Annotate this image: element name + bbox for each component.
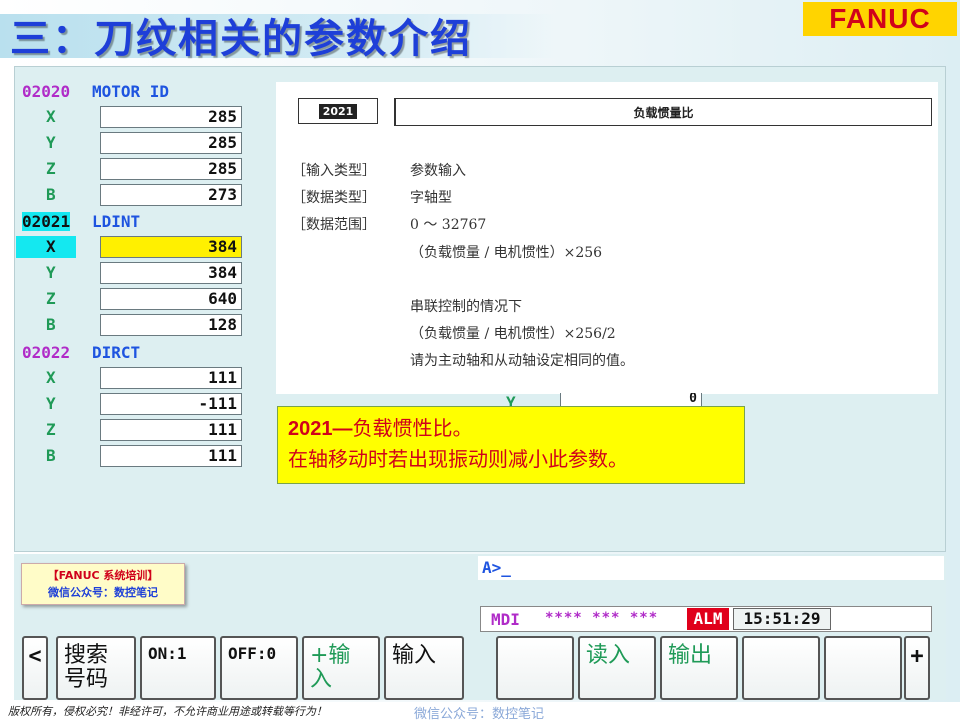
soft-key-3[interactable]: OFF:0 [220, 636, 298, 700]
param-value-field[interactable]: 273 [100, 184, 242, 206]
axis-label: Y [46, 263, 56, 282]
param-value-field[interactable]: 384 [100, 262, 242, 284]
alarm-badge: ALM [687, 608, 729, 630]
parameter-description: 2021 负载惯量比 ［输入类型］ 参数输入 ［数据类型］ 字轴型 ［数据范围］… [276, 82, 938, 394]
doc-formula: （负载惯量 / 电机惯性）×256 [410, 245, 603, 261]
soft-key-2[interactable]: ON:1 [140, 636, 216, 700]
doc-value-data-range: 0 ～ 32767 [410, 217, 487, 233]
key-input-buffer[interactable]: A>_ [478, 556, 944, 580]
doc-label-data-type: ［数据类型］ [292, 190, 376, 206]
fanuc-logo: FANUC [803, 2, 957, 36]
page-title: 三：刀纹相关的参数介绍 [10, 16, 472, 62]
footer-wechat: 微信公众号：数控笔记 [414, 707, 545, 720]
note-line-1: 负载惯性比。 [352, 416, 473, 440]
soft-key-8[interactable]: 输出 [660, 636, 738, 700]
param-value-field[interactable]: 285 [100, 158, 242, 180]
param-value-field[interactable]: 285 [100, 106, 242, 128]
axis-label: B [46, 315, 56, 334]
doc-tandem-title: 串联控制的情况下 [410, 299, 522, 315]
param-value-field[interactable]: 111 [100, 419, 242, 441]
soft-key-6[interactable] [496, 636, 574, 700]
soft-key-7[interactable]: 读入 [578, 636, 656, 700]
axis-label: Y [46, 133, 56, 152]
doc-number-box: 2021 [298, 98, 378, 124]
param-value-field[interactable]: 111 [100, 367, 242, 389]
doc-title: 负载惯量比 [394, 98, 932, 126]
hidden-row-value: 0 [560, 393, 702, 407]
doc-label-data-range: ［数据范围］ [292, 217, 376, 233]
doc-tandem-formula: （负载惯量 / 电机惯性）×256/2 [410, 326, 616, 342]
status-clock: 15:51:29 [733, 608, 831, 630]
badge-title: 【FANUC 系统培训】 [47, 569, 159, 582]
param-number-1: 02021 [22, 212, 71, 231]
axis-label: X [16, 236, 76, 258]
axis-label: Y [46, 394, 56, 413]
status-indicators: **** *** *** [545, 610, 659, 626]
axis-label: Z [46, 159, 56, 178]
soft-key-11[interactable]: + [904, 636, 930, 700]
axis-label: X [46, 368, 56, 387]
footer: 版权所有，侵权必究！非经许可，不允许商业用途或转载等行为！ 微信公众号：数控笔记 [0, 702, 960, 720]
soft-key-10[interactable] [824, 636, 902, 700]
param-value-field[interactable]: -111 [100, 393, 242, 415]
doc-value-input-type: 参数输入 [410, 163, 466, 179]
badge-wechat: 微信公众号：数控笔记 [48, 586, 158, 599]
axis-label: B [46, 446, 56, 465]
soft-key-5[interactable]: 输入 [384, 636, 464, 700]
doc-label-input-type: ［输入类型］ [292, 163, 376, 179]
param-name-0: MOTOR ID [92, 82, 170, 101]
param-number-0: 02020 [22, 82, 71, 101]
soft-key-1[interactable]: 搜索号码 [56, 636, 136, 700]
doc-value-data-type: 字轴型 [410, 190, 452, 206]
soft-key-0[interactable]: < [22, 636, 48, 700]
axis-label: X [46, 107, 56, 126]
soft-key-4[interactable]: +输入 [302, 636, 380, 700]
note-line-2: 在轴移动时若出现振动则减小此参数。 [288, 447, 628, 471]
note-param-number: 2021— [288, 418, 353, 440]
param-value-field[interactable]: 111 [100, 445, 242, 467]
param-number-2: 02022 [22, 343, 71, 362]
status-mode: MDI [491, 610, 520, 629]
training-badge: 【FANUC 系统培训】 微信公众号：数控笔记 [21, 563, 185, 605]
param-value-field[interactable]: 285 [100, 132, 242, 154]
param-value-field[interactable]: 384 [100, 236, 242, 258]
param-name-2: DIRCT [92, 343, 141, 362]
footer-copyright: 版权所有，侵权必究！非经许可，不允许商业用途或转载等行为！ [8, 705, 327, 718]
axis-label: B [46, 185, 56, 204]
param-value-field[interactable]: 640 [100, 288, 242, 310]
param-name-1: LDINT [92, 212, 141, 231]
status-bar: MDI **** *** *** ALM 15:51:29 [480, 606, 932, 632]
param-value-field[interactable]: 128 [100, 314, 242, 336]
doc-number: 2021 [318, 103, 358, 119]
axis-label: Z [46, 289, 56, 308]
doc-tandem-note: 请为主动轴和从动轴设定相同的值。 [410, 353, 634, 369]
axis-label: Z [46, 420, 56, 439]
soft-key-9[interactable] [742, 636, 820, 700]
annotation-callout: 2021—负载惯性比。 在轴移动时若出现振动则减小此参数。 [277, 406, 745, 484]
